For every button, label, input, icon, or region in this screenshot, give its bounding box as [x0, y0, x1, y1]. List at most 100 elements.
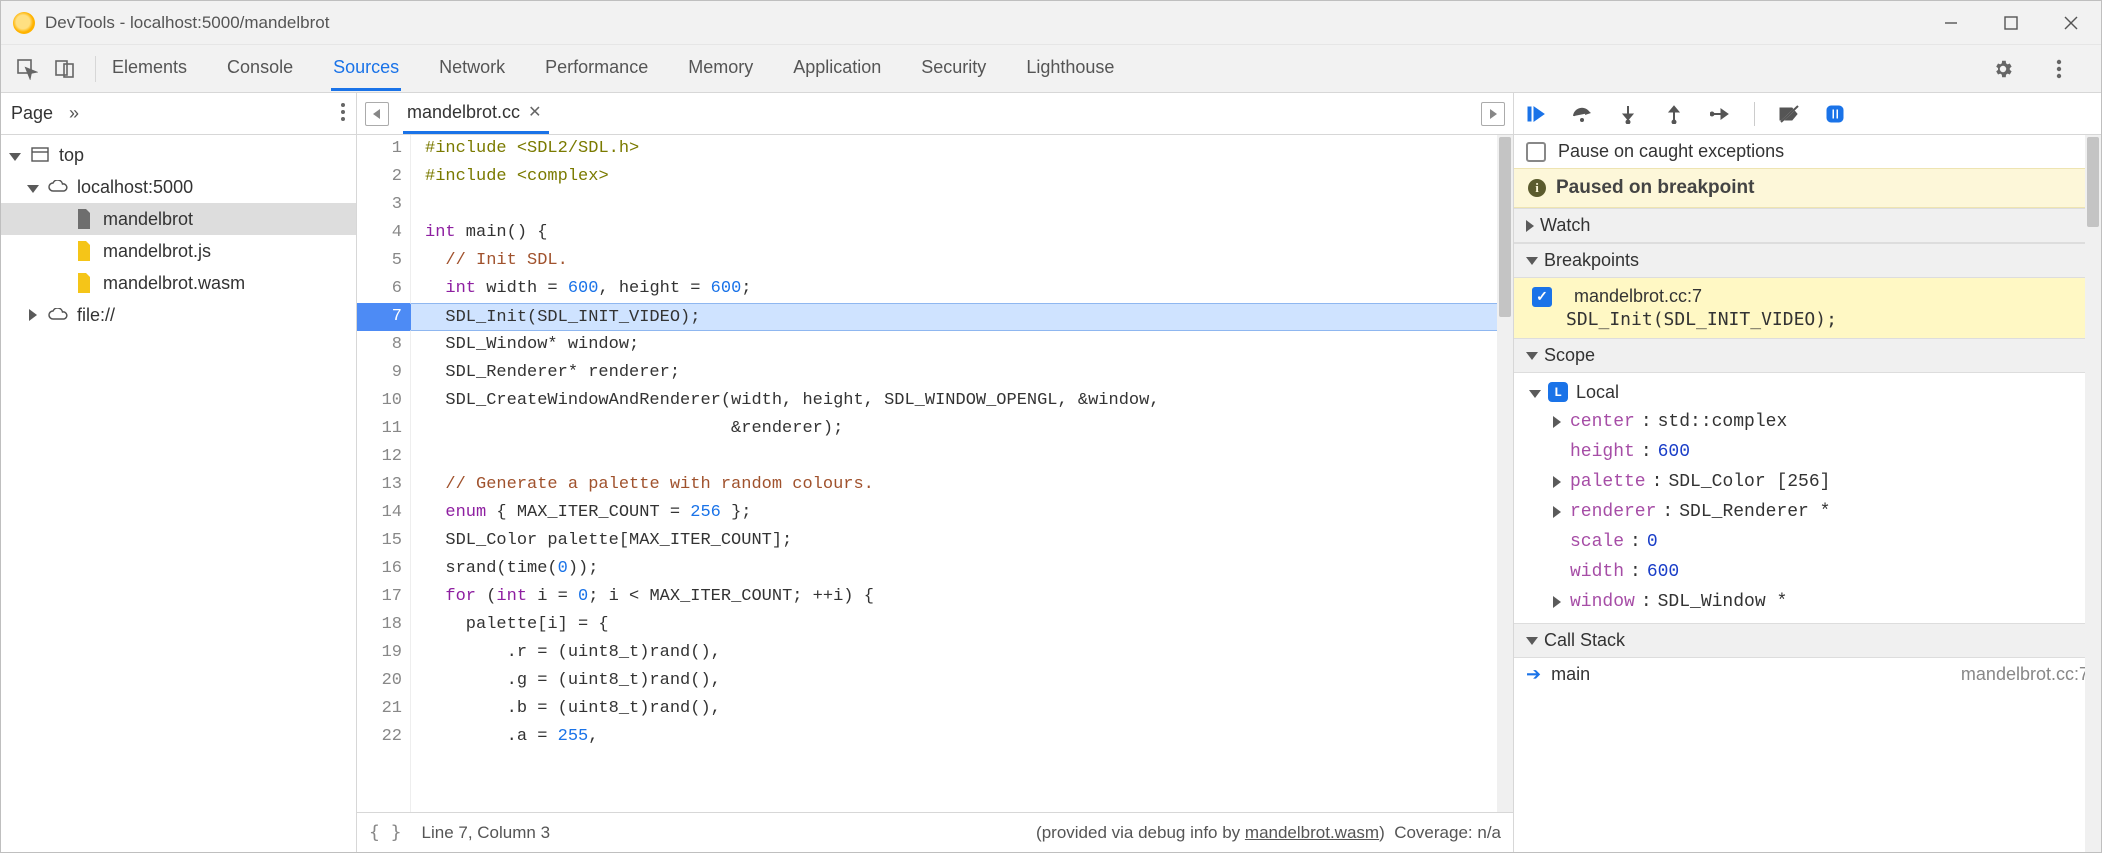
- checkbox[interactable]: [1526, 142, 1546, 162]
- code-line[interactable]: .a = 255,: [411, 723, 1513, 751]
- deactivate-breakpoints-icon[interactable]: [1777, 102, 1801, 126]
- line-number[interactable]: 15: [357, 527, 410, 555]
- resume-icon[interactable]: [1524, 102, 1548, 126]
- tab-performance[interactable]: Performance: [543, 47, 650, 91]
- pause-on-caught-row[interactable]: Pause on caught exceptions: [1514, 135, 2101, 168]
- code-line[interactable]: .b = (uint8_t)rand(),: [411, 695, 1513, 723]
- step-over-icon[interactable]: [1570, 102, 1594, 126]
- line-number[interactable]: 1: [357, 135, 410, 163]
- line-number[interactable]: 16: [357, 555, 410, 583]
- step-into-icon[interactable]: [1616, 102, 1640, 126]
- code-line[interactable]: SDL_Renderer* renderer;: [411, 359, 1513, 387]
- checkbox[interactable]: [1532, 287, 1552, 307]
- step-out-icon[interactable]: [1662, 102, 1686, 126]
- show-navigator-icon[interactable]: [365, 102, 389, 126]
- code-line[interactable]: // Init SDL.: [411, 247, 1513, 275]
- tab-application[interactable]: Application: [791, 47, 883, 91]
- show-debugger-icon[interactable]: [1481, 102, 1505, 126]
- code-line[interactable]: enum { MAX_ITER_COUNT = 256 };: [411, 499, 1513, 527]
- navigator-menu-icon[interactable]: [340, 101, 346, 126]
- code-line[interactable]: [411, 191, 1513, 219]
- line-number[interactable]: 22: [357, 723, 410, 751]
- line-number[interactable]: 10: [357, 387, 410, 415]
- tab-elements[interactable]: Elements: [110, 47, 189, 91]
- scrollbar-vertical[interactable]: [1497, 135, 1513, 812]
- code-line[interactable]: SDL_Init(SDL_INIT_VIDEO);: [411, 303, 1513, 331]
- line-number[interactable]: 7: [357, 303, 410, 331]
- tab-lighthouse[interactable]: Lighthouse: [1024, 47, 1116, 91]
- tree-item-file[interactable]: mandelbrot.wasm: [1, 267, 356, 299]
- scope-variable[interactable]: renderer: SDL_Renderer *: [1528, 497, 2101, 527]
- code-line[interactable]: .r = (uint8_t)rand(),: [411, 639, 1513, 667]
- line-number[interactable]: 20: [357, 667, 410, 695]
- device-mode-icon[interactable]: [51, 55, 79, 83]
- line-number[interactable]: 3: [357, 191, 410, 219]
- code-line[interactable]: [411, 443, 1513, 471]
- line-number[interactable]: 5: [357, 247, 410, 275]
- tree-item-file[interactable]: mandelbrot.js: [1, 235, 356, 267]
- section-watch[interactable]: Watch: [1514, 208, 2101, 243]
- code-line[interactable]: #include <complex>: [411, 163, 1513, 191]
- line-number[interactable]: 6: [357, 275, 410, 303]
- code-line[interactable]: .g = (uint8_t)rand(),: [411, 667, 1513, 695]
- scrollbar-vertical[interactable]: [2085, 135, 2101, 852]
- chevron-right-icon[interactable]: [27, 305, 39, 326]
- window-maximize-button[interactable]: [1981, 1, 2041, 45]
- tree-item-file-scheme[interactable]: file://: [1, 299, 356, 331]
- gear-icon[interactable]: [1989, 55, 2017, 83]
- section-breakpoints[interactable]: Breakpoints: [1514, 243, 2101, 278]
- code-line[interactable]: SDL_Color palette[MAX_ITER_COUNT];: [411, 527, 1513, 555]
- line-number[interactable]: 4: [357, 219, 410, 247]
- section-scope[interactable]: Scope: [1514, 338, 2101, 373]
- tree-item-top[interactable]: top: [1, 139, 356, 171]
- code-line[interactable]: SDL_CreateWindowAndRenderer(width, heigh…: [411, 387, 1513, 415]
- chevron-down-icon[interactable]: [9, 145, 21, 166]
- navigator-tab-page[interactable]: Page: [11, 103, 53, 124]
- code-line[interactable]: #include <SDL2/SDL.h>: [411, 135, 1513, 163]
- inspect-element-icon[interactable]: [13, 55, 41, 83]
- scope-variable[interactable]: width: 600: [1528, 557, 2101, 587]
- code-line[interactable]: srand(time(0));: [411, 555, 1513, 583]
- tree-item-file[interactable]: mandelbrot: [1, 203, 356, 235]
- tab-network[interactable]: Network: [437, 47, 507, 91]
- line-number[interactable]: 21: [357, 695, 410, 723]
- scope-variable[interactable]: scale: 0: [1528, 527, 2101, 557]
- scope-local-header[interactable]: L Local: [1528, 377, 2101, 407]
- chevron-down-icon[interactable]: [27, 177, 39, 198]
- line-number[interactable]: 8: [357, 331, 410, 359]
- tree-item-host[interactable]: localhost:5000: [1, 171, 356, 203]
- code-line[interactable]: // Generate a palette with random colour…: [411, 471, 1513, 499]
- scope-variable[interactable]: window: SDL_Window *: [1528, 587, 2101, 617]
- code-line[interactable]: int main() {: [411, 219, 1513, 247]
- code-line[interactable]: SDL_Window* window;: [411, 331, 1513, 359]
- provenance-link[interactable]: mandelbrot.wasm: [1245, 823, 1379, 842]
- code-line[interactable]: &renderer);: [411, 415, 1513, 443]
- line-number[interactable]: 12: [357, 443, 410, 471]
- scope-variable[interactable]: height: 600: [1528, 437, 2101, 467]
- code-line[interactable]: int width = 600, height = 600;: [411, 275, 1513, 303]
- tab-console[interactable]: Console: [225, 47, 295, 91]
- tab-memory[interactable]: Memory: [686, 47, 755, 91]
- file-tree[interactable]: top localhost:5000 mandelbrot mandelbrot…: [1, 135, 356, 331]
- line-number[interactable]: 11: [357, 415, 410, 443]
- step-icon[interactable]: [1708, 102, 1732, 126]
- window-close-button[interactable]: [2041, 1, 2101, 45]
- callstack-frame[interactable]: ➔ main mandelbrot.cc:7: [1514, 658, 2101, 691]
- line-number[interactable]: 2: [357, 163, 410, 191]
- line-number[interactable]: 13: [357, 471, 410, 499]
- line-number[interactable]: 19: [357, 639, 410, 667]
- code-line[interactable]: for (int i = 0; i < MAX_ITER_COUNT; ++i)…: [411, 583, 1513, 611]
- pretty-print-icon[interactable]: { }: [369, 822, 402, 843]
- navigator-more-tabs-icon[interactable]: »: [69, 103, 79, 124]
- tab-security[interactable]: Security: [919, 47, 988, 91]
- pause-exceptions-icon[interactable]: [1823, 102, 1847, 126]
- window-minimize-button[interactable]: [1921, 1, 1981, 45]
- code-line[interactable]: palette[i] = {: [411, 611, 1513, 639]
- line-number[interactable]: 18: [357, 611, 410, 639]
- kebab-menu-icon[interactable]: [2045, 55, 2073, 83]
- line-number[interactable]: 14: [357, 499, 410, 527]
- scope-variable[interactable]: palette: SDL_Color [256]: [1528, 467, 2101, 497]
- code-editor[interactable]: 12345678910111213141516171819202122 #inc…: [357, 135, 1513, 812]
- line-number[interactable]: 9: [357, 359, 410, 387]
- tab-sources[interactable]: Sources: [331, 47, 401, 91]
